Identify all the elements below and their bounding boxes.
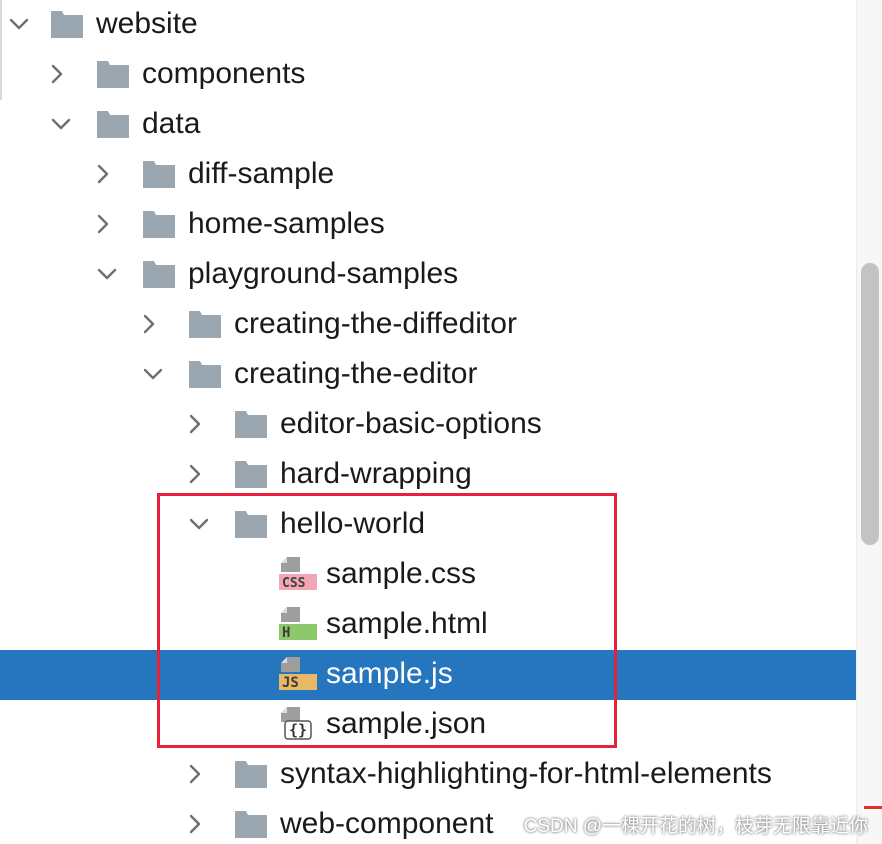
html-file-icon: H xyxy=(278,606,318,640)
tree-item-label: creating-the-editor xyxy=(234,357,478,390)
tree-item-label: hello-world xyxy=(280,507,426,540)
folder-icon xyxy=(142,159,176,189)
svg-text:CSS: CSS xyxy=(282,576,306,590)
svg-text:H: H xyxy=(282,625,290,640)
tree-folder-row[interactable]: creating-the-editor xyxy=(0,350,856,400)
chevron-down-icon[interactable] xyxy=(50,113,72,135)
tree-file-row[interactable]: JS sample.js xyxy=(0,650,856,700)
tree-item-label: web-component xyxy=(280,807,494,840)
folder-icon xyxy=(188,309,222,339)
svg-text:JS: JS xyxy=(282,675,299,690)
tree-item-label: home-samples xyxy=(188,207,385,240)
json-file-icon: {} xyxy=(278,706,318,740)
tree-item-label: sample.json xyxy=(326,707,487,740)
tree-folder-row[interactable]: hard-wrapping xyxy=(0,450,856,500)
chevron-right-icon[interactable] xyxy=(92,213,114,235)
folder-icon xyxy=(142,259,176,289)
chevron-right-icon[interactable] xyxy=(46,63,68,85)
file-explorer-window: website components data diff-sample home-sam… xyxy=(0,0,882,844)
tree-item-label: diff-sample xyxy=(188,157,335,190)
folder-icon xyxy=(188,359,222,389)
svg-text:{}: {} xyxy=(289,721,307,739)
tree-folder-row[interactable]: website xyxy=(0,0,856,50)
tree-file-row[interactable]: CSS sample.css xyxy=(0,550,856,600)
chevron-down-icon[interactable] xyxy=(96,263,118,285)
chevron-down-icon[interactable] xyxy=(188,513,210,535)
chevron-right-icon[interactable] xyxy=(138,313,160,335)
tree-item-label: components xyxy=(142,57,306,90)
tree-item-label: editor-basic-options xyxy=(280,407,542,440)
folder-icon xyxy=(96,59,130,89)
tree-folder-row[interactable]: creating-the-diffeditor xyxy=(0,300,856,350)
tree-item-label: sample.css xyxy=(326,557,477,590)
folder-icon xyxy=(234,509,268,539)
folder-icon xyxy=(234,759,268,789)
tree-item-label: data xyxy=(142,107,201,140)
chevron-right-icon[interactable] xyxy=(92,163,114,185)
chevron-down-icon[interactable] xyxy=(8,13,30,35)
project-tree: website components data diff-sample home-sam… xyxy=(0,0,856,844)
tree-folder-row[interactable]: hello-world xyxy=(0,500,856,550)
tree-folder-row[interactable]: diff-sample xyxy=(0,150,856,200)
tree-item-label: sample.html xyxy=(326,607,488,640)
tree-folder-row[interactable]: editor-basic-options xyxy=(0,400,856,450)
chevron-down-icon[interactable] xyxy=(142,363,164,385)
tree-file-row[interactable]: {} sample.json xyxy=(0,700,856,750)
folder-icon xyxy=(234,459,268,489)
tree-folder-row[interactable]: data xyxy=(0,100,856,150)
css-file-icon: CSS xyxy=(278,556,318,590)
tree-item-label: syntax-highlighting-for-html-elements xyxy=(280,757,772,790)
tree-item-label: creating-the-diffeditor xyxy=(234,307,517,340)
tree-item-label: hard-wrapping xyxy=(280,457,472,490)
js-file-icon: JS xyxy=(278,656,318,690)
folder-icon xyxy=(234,809,268,839)
folder-icon xyxy=(234,409,268,439)
folder-icon xyxy=(50,9,84,39)
tree-item-label: sample.js xyxy=(326,657,453,690)
chevron-right-icon[interactable] xyxy=(184,763,206,785)
tree-folder-row[interactable]: syntax-highlighting-for-html-elements xyxy=(0,750,856,800)
folder-icon xyxy=(142,209,176,239)
folder-icon xyxy=(96,109,130,139)
watermark: CSDN @一棵开花的树，枝芽无限靠近你 xyxy=(523,816,868,837)
tree-folder-row[interactable]: home-samples xyxy=(0,200,856,250)
tree-folder-row[interactable]: components xyxy=(0,50,856,100)
tree-item-label: website xyxy=(96,7,198,40)
tree-item-label: playground-samples xyxy=(188,257,459,290)
chevron-right-icon[interactable] xyxy=(184,813,206,835)
chevron-right-icon[interactable] xyxy=(184,463,206,485)
chevron-right-icon[interactable] xyxy=(184,413,206,435)
scrollbar-thumb[interactable] xyxy=(861,263,879,545)
edge-mark xyxy=(864,806,882,809)
tree-folder-row[interactable]: playground-samples xyxy=(0,250,856,300)
tree-file-row[interactable]: Hsample.html xyxy=(0,600,856,650)
